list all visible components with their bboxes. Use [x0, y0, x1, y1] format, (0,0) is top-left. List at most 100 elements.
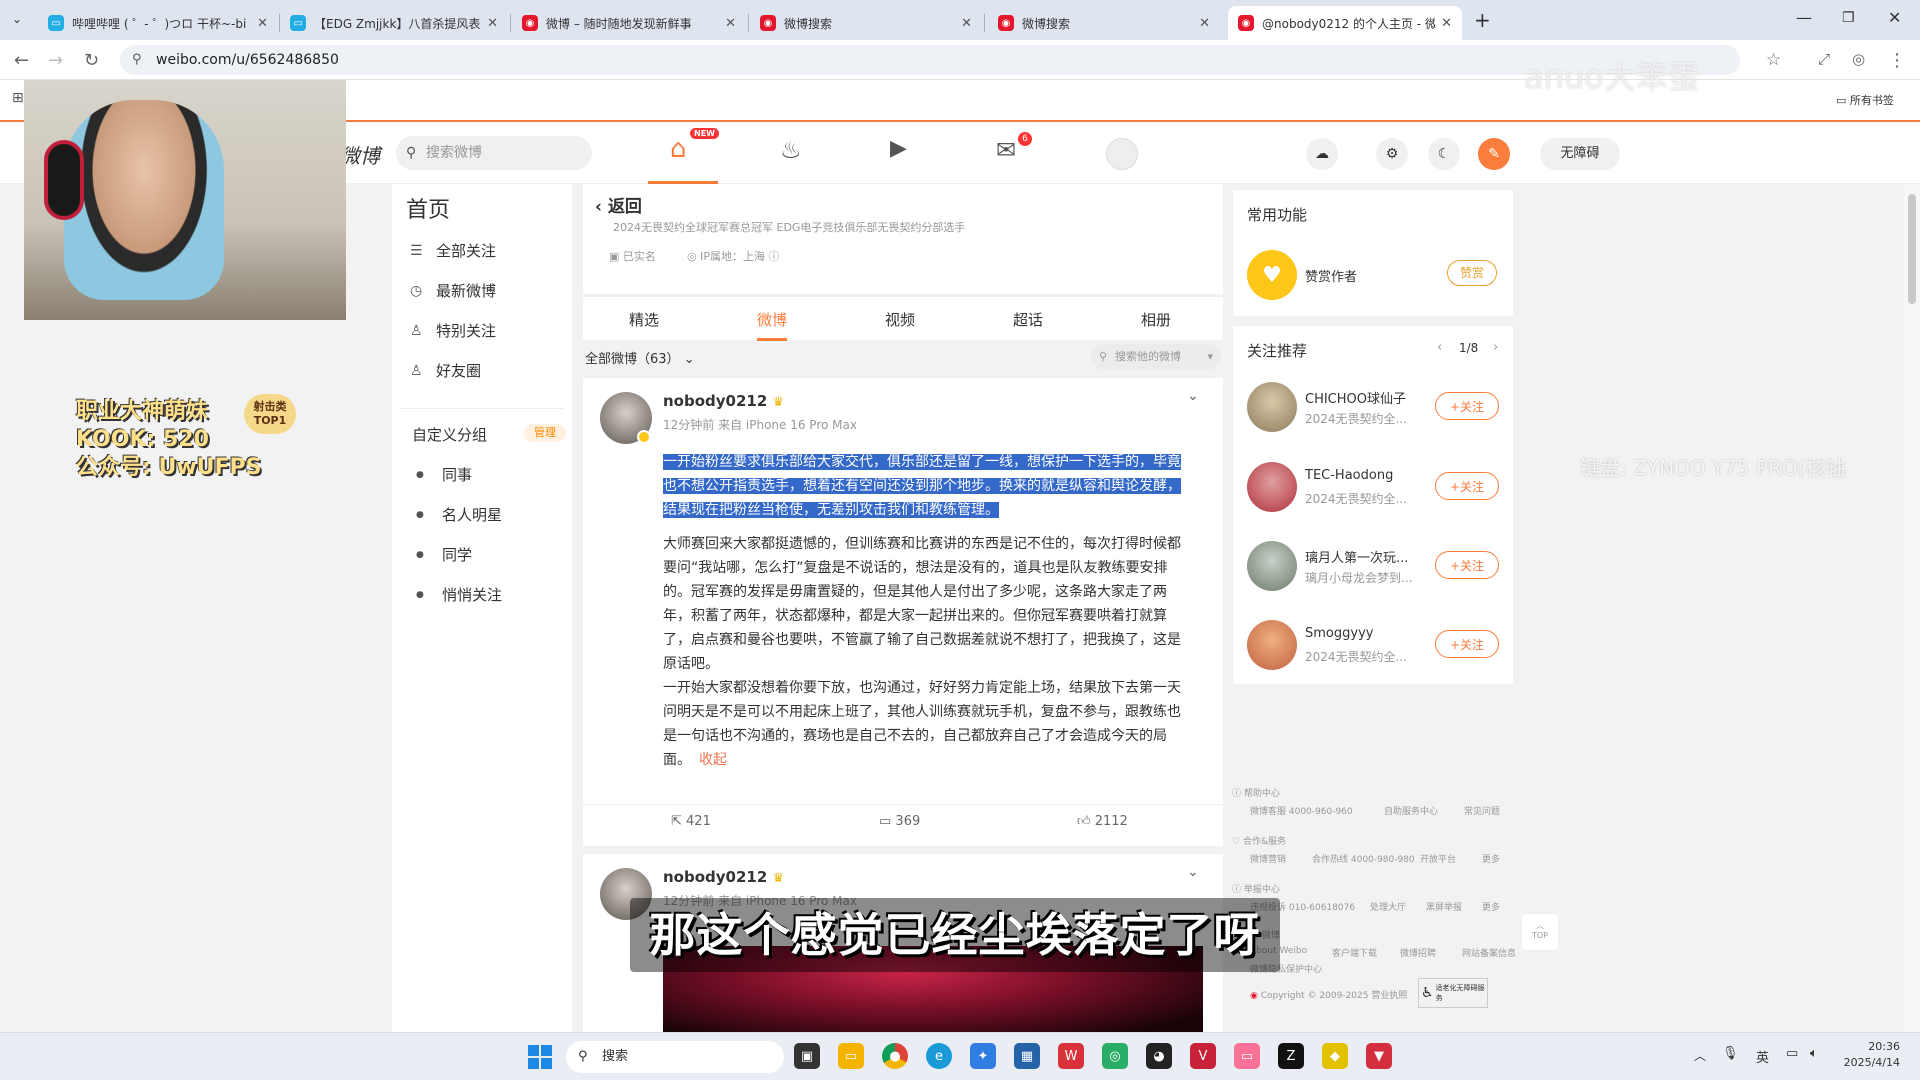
- help-center[interactable]: ⓘ 帮助中心: [1232, 786, 1280, 799]
- footer-link[interactable]: 常见问题: [1464, 804, 1500, 817]
- coop-services[interactable]: ♡ 合作&服务: [1232, 834, 1286, 847]
- valorant-icon[interactable]: V: [1190, 1043, 1216, 1069]
- network-icon[interactable]: ▭: [1786, 1046, 1798, 1061]
- prev-page-icon[interactable]: ‹: [1437, 340, 1442, 355]
- nav-friends-circle[interactable]: ♙ 好友圈: [410, 360, 481, 381]
- report-center[interactable]: ⓘ 举报中心: [1232, 882, 1280, 895]
- filter-dropdown[interactable]: 全部微博（63） ⌄: [585, 348, 695, 367]
- back-icon[interactable]: ←: [14, 50, 29, 71]
- comment-button[interactable]: ▭ 369: [879, 814, 920, 829]
- app-yellow-icon[interactable]: ◆: [1322, 1043, 1348, 1069]
- nav-all-following[interactable]: ☰ 全部关注: [410, 240, 496, 261]
- browser-tab[interactable]: ▭ 哔哩哔哩 ( ゜- ゜)つロ 干杯~-bi ✕: [38, 6, 278, 40]
- page-scrollbar[interactable]: [1904, 184, 1920, 1032]
- tab-super-topic[interactable]: 超话: [1013, 309, 1043, 330]
- tab-video[interactable]: 视频: [885, 309, 915, 330]
- tray-expand-icon[interactable]: ︿: [1694, 1047, 1706, 1064]
- follow-button[interactable]: +关注: [1435, 392, 1499, 420]
- app-icon[interactable]: ✦: [970, 1043, 996, 1069]
- reload-icon[interactable]: ↻: [84, 50, 99, 71]
- close-window-icon[interactable]: ✕: [1888, 8, 1901, 27]
- tab-album[interactable]: 相册: [1141, 309, 1171, 330]
- recommend-item[interactable]: 璃月人第一次玩... 璃月小母龙会梦到... +关注: [1233, 541, 1513, 601]
- footer-link[interactable]: 客户端下载: [1332, 946, 1377, 959]
- profile-icon[interactable]: ◎: [1852, 50, 1865, 68]
- footer-link[interactable]: 自助服务中心: [1384, 804, 1438, 817]
- footer-link[interactable]: 微博招聘: [1400, 946, 1436, 959]
- video-icon[interactable]: ▶: [890, 136, 907, 161]
- cloud-icon[interactable]: ☁: [1306, 138, 1338, 170]
- weibo-logo[interactable]: 微博: [340, 140, 380, 169]
- app-red-icon[interactable]: ▼: [1366, 1043, 1392, 1069]
- close-tab-icon[interactable]: ✕: [725, 16, 736, 31]
- edge-icon[interactable]: e: [926, 1043, 952, 1069]
- more-menu-icon[interactable]: ⋮: [1888, 50, 1906, 71]
- manage-groups-button[interactable]: 管理: [524, 424, 566, 442]
- back-to-top-button[interactable]: ︿ TOP: [1522, 914, 1558, 950]
- microphone-icon[interactable]: 🎙︎: [1722, 1046, 1739, 1061]
- group-item[interactable]: ● 同事: [416, 464, 472, 485]
- settings-icon[interactable]: ⚙: [1376, 138, 1408, 170]
- post-username[interactable]: nobody0212 ♛: [663, 868, 784, 886]
- restore-icon[interactable]: ❐: [1842, 10, 1855, 26]
- ime-indicator[interactable]: 英: [1756, 1047, 1769, 1066]
- app-z-icon[interactable]: Z: [1278, 1043, 1304, 1069]
- like-button[interactable]: 👍︎ 2112: [1077, 814, 1128, 829]
- group-item[interactable]: ● 名人明星: [416, 504, 502, 525]
- scroll-thumb[interactable]: [1908, 194, 1916, 304]
- footer-link[interactable]: 黑屏举报: [1426, 900, 1462, 913]
- chrome-icon[interactable]: ●: [882, 1043, 908, 1069]
- forward-icon[interactable]: →: [48, 50, 63, 71]
- volume-icon[interactable]: 🔈︎: [1810, 1046, 1818, 1061]
- group-item[interactable]: ● 悄悄关注: [416, 584, 502, 605]
- browser-tab[interactable]: ◉ 微博搜索 ✕: [988, 6, 1220, 40]
- compose-icon[interactable]: ✎: [1478, 138, 1510, 170]
- taskbar-search[interactable]: ⚲ 搜索: [566, 1041, 784, 1073]
- elder-service-badge[interactable]: ♿︎ 适老化无障碍服务: [1418, 978, 1488, 1008]
- site-info-icon[interactable]: ⚲: [132, 45, 142, 75]
- messages-button[interactable]: ✉ 6: [996, 132, 1036, 170]
- post-username[interactable]: nobody0212 ♛: [663, 392, 784, 410]
- group-item[interactable]: ● 同学: [416, 544, 472, 565]
- follow-button[interactable]: +关注: [1435, 551, 1499, 579]
- post-menu-icon[interactable]: ⌄: [1187, 864, 1199, 880]
- home-nav-button[interactable]: ⌂ NEW: [648, 122, 719, 184]
- browser-tab[interactable]: ▭ 【EDG Zmjjkk】八首杀提风表 ✕: [280, 6, 508, 40]
- qq-icon[interactable]: ◕: [1146, 1043, 1172, 1069]
- footer-link[interactable]: 网站备案信息: [1462, 946, 1516, 959]
- minimize-icon[interactable]: —: [1796, 8, 1812, 27]
- close-tab-icon[interactable]: ✕: [257, 16, 268, 31]
- store-icon[interactable]: ▦: [1014, 1043, 1040, 1069]
- back-button[interactable]: ‹ 返回: [595, 192, 642, 217]
- close-tab-icon[interactable]: ✕: [961, 16, 972, 31]
- footer-link[interactable]: 微博营销: [1250, 852, 1286, 865]
- recommend-item[interactable]: Smoggyyy 2024无畏契约全... +关注: [1233, 620, 1513, 680]
- tab-weibo[interactable]: 微博: [757, 309, 788, 341]
- repost-button[interactable]: ⇱ 421: [671, 814, 711, 829]
- footer-link[interactable]: 合作热线 4000-980-980: [1312, 852, 1415, 865]
- clock[interactable]: 20:36 2025/4/14: [1840, 1039, 1900, 1071]
- browser-tab-active[interactable]: ◉ @nobody0212 的个人主页 - 微 ✕: [1228, 6, 1462, 40]
- footer-link[interactable]: 更多: [1482, 900, 1500, 913]
- follow-button[interactable]: +关注: [1435, 472, 1499, 500]
- hot-icon[interactable]: ♨: [780, 136, 802, 164]
- recommend-item[interactable]: CHICHOO球仙子 2024无畏契约全... +关注: [1233, 382, 1513, 442]
- browser-tab[interactable]: ◉ 微博 – 随时随地发现新鲜事 ✕: [512, 6, 746, 40]
- follow-button[interactable]: +关注: [1435, 630, 1499, 658]
- close-tab-icon[interactable]: ✕: [1441, 16, 1452, 31]
- file-explorer-icon[interactable]: ▭: [838, 1043, 864, 1069]
- footer-link[interactable]: 处理大厅: [1370, 900, 1406, 913]
- apps-icon[interactable]: ⊞: [12, 90, 24, 106]
- windows-start-icon[interactable]: [528, 1045, 552, 1069]
- bilibili-icon[interactable]: ▭: [1234, 1043, 1260, 1069]
- search-posts-input[interactable]: ⚲ 搜索他的微博 ▾: [1091, 344, 1221, 370]
- close-tab-icon[interactable]: ✕: [487, 16, 498, 31]
- browser-tab[interactable]: ◉ 微博搜索 ✕: [750, 6, 982, 40]
- tab-featured[interactable]: 精选: [629, 309, 659, 330]
- footer-link[interactable]: 微博客服 4000-960-960: [1250, 804, 1353, 817]
- url-field[interactable]: ⚲ weibo.com/u/6562486850: [120, 45, 1740, 75]
- dark-mode-icon[interactable]: ☾: [1428, 138, 1460, 170]
- nav-special-following[interactable]: ♙ 特别关注: [410, 320, 496, 341]
- footer-link[interactable]: 开放平台: [1420, 852, 1456, 865]
- search-input[interactable]: ⚲ 搜索微博: [396, 136, 592, 170]
